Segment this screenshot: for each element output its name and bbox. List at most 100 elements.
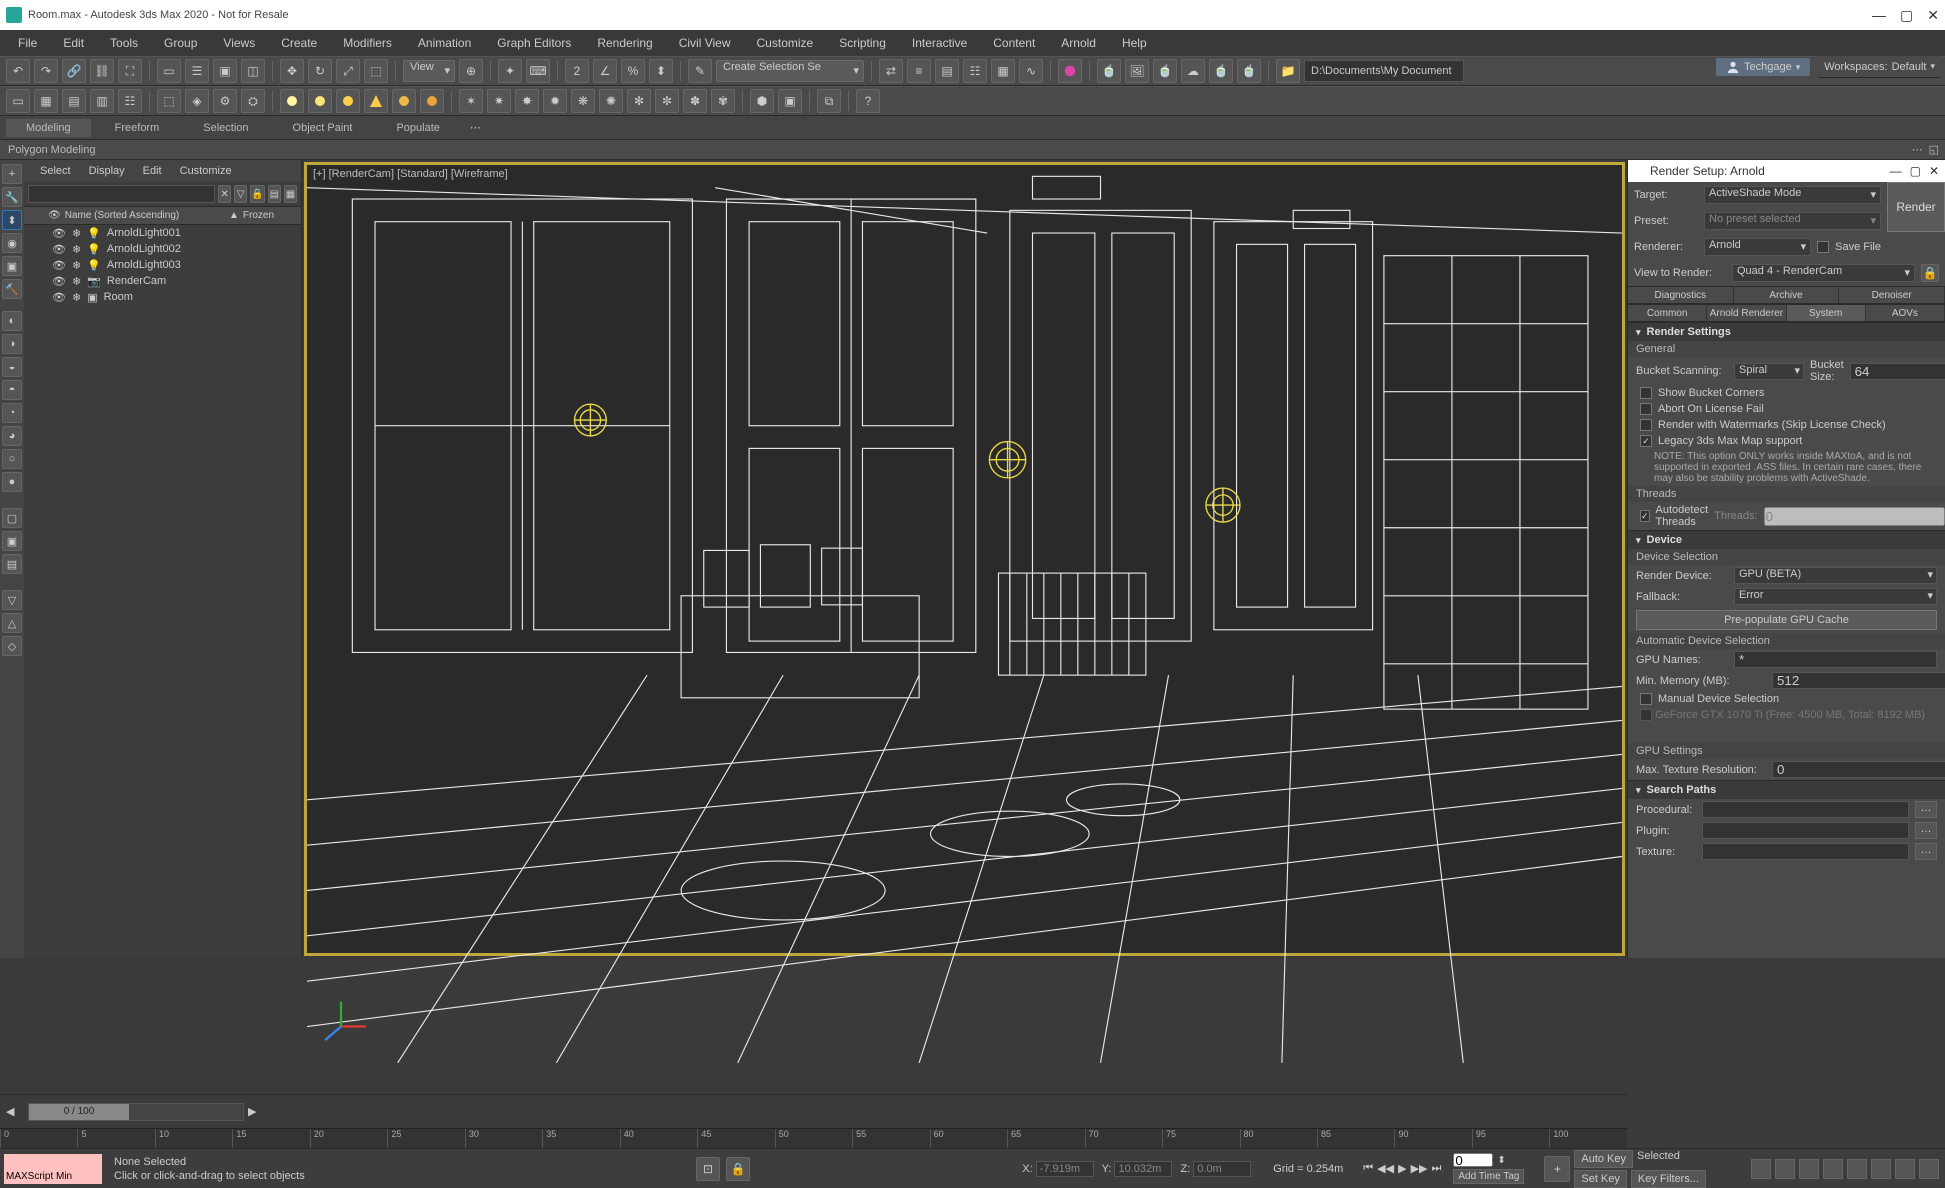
- fx-3[interactable]: ✸: [515, 89, 539, 113]
- tb2-8[interactable]: ⚙: [213, 89, 237, 113]
- select-name-button[interactable]: ☰: [185, 59, 209, 83]
- prepop-button[interactable]: Pre-populate GPU Cache: [1636, 610, 1937, 630]
- render-button[interactable]: Render: [1887, 182, 1945, 232]
- chk-manselect[interactable]: [1640, 693, 1652, 705]
- cp-sep8[interactable]: ●: [2, 472, 22, 492]
- freeze-icon[interactable]: ❄: [72, 227, 81, 240]
- preset-dropdown[interactable]: No preset selected: [1704, 212, 1881, 230]
- cp-sep4[interactable]: ◓: [2, 380, 22, 400]
- max-toggle-icon[interactable]: [1895, 1159, 1915, 1179]
- minmem-input[interactable]: [1772, 672, 1945, 689]
- explorer-tab-customize[interactable]: Customize: [172, 162, 240, 180]
- light-spot-icon[interactable]: [308, 89, 332, 113]
- fx-13[interactable]: ⧉: [817, 89, 841, 113]
- menu-views[interactable]: Views: [211, 33, 267, 53]
- setkey-button[interactable]: Set Key: [1574, 1170, 1627, 1188]
- rollout-render-settings[interactable]: Render Settings: [1628, 322, 1945, 341]
- material-editor-button[interactable]: [1058, 59, 1082, 83]
- cp-extra4[interactable]: ▽: [2, 590, 22, 610]
- explorer-row[interactable]: 👁❄💡ArnoldLight001: [24, 225, 301, 241]
- light-direct-icon[interactable]: [336, 89, 360, 113]
- tb2-9[interactable]: ⛭: [241, 89, 265, 113]
- mirror-button[interactable]: ⇄: [879, 59, 903, 83]
- goto-start-icon[interactable]: ⏮: [1363, 1162, 1373, 1175]
- cp-display-icon[interactable]: ▣: [2, 256, 22, 276]
- explorer-tab-display[interactable]: Display: [81, 162, 133, 180]
- tb2-7[interactable]: ◈: [185, 89, 209, 113]
- bigkey-icon[interactable]: +: [1544, 1156, 1570, 1182]
- currentframe-input[interactable]: [1453, 1153, 1493, 1167]
- rtab-archive[interactable]: Archive: [1734, 287, 1840, 303]
- fx-9[interactable]: ✽: [683, 89, 707, 113]
- render-iray-button[interactable]: 🍵: [1209, 59, 1233, 83]
- openfolder-button[interactable]: 📁: [1276, 59, 1300, 83]
- ribbon-tab-object paint[interactable]: Object Paint: [273, 119, 373, 137]
- maxscript-listener[interactable]: MAXScript Min: [4, 1154, 102, 1184]
- target-dropdown[interactable]: ActiveShade Mode: [1704, 186, 1881, 204]
- explorer-row[interactable]: 👁❄💡ArnoldLight003: [24, 257, 301, 273]
- cp-modify-icon[interactable]: 🔧: [2, 187, 22, 207]
- orbit-icon[interactable]: [1871, 1159, 1891, 1179]
- render-a360-button[interactable]: 🍵: [1237, 59, 1261, 83]
- zoom-all-icon[interactable]: [1799, 1159, 1819, 1179]
- viewtorender-dropdown[interactable]: Quad 4 - RenderCam: [1732, 264, 1915, 282]
- rollout-searchpaths[interactable]: Search Paths: [1628, 780, 1945, 799]
- ribbon-tab-freeform[interactable]: Freeform: [95, 119, 180, 137]
- tb2-4[interactable]: ▥: [90, 89, 114, 113]
- menu-graph-editors[interactable]: Graph Editors: [485, 33, 583, 53]
- cp-sep1[interactable]: ◐: [2, 311, 22, 331]
- ribbon-collapse-icon[interactable]: ⋯: [1912, 143, 1923, 156]
- path-input[interactable]: [1702, 843, 1909, 860]
- help-button[interactable]: ?: [856, 89, 880, 113]
- cp-sep6[interactable]: ◕: [2, 426, 22, 446]
- signin-button[interactable]: Techgage▾: [1716, 58, 1810, 76]
- explorer-search-input[interactable]: [28, 185, 215, 203]
- cp-extra1[interactable]: ▢: [2, 508, 22, 528]
- menu-help[interactable]: Help: [1110, 33, 1159, 53]
- menu-animation[interactable]: Animation: [406, 33, 483, 53]
- manip-button[interactable]: ✦: [498, 59, 522, 83]
- tb2-6[interactable]: ⬚: [157, 89, 181, 113]
- close-button[interactable]: ✕: [1927, 7, 1939, 24]
- coord-x[interactable]: [1036, 1161, 1094, 1177]
- chk-legacy[interactable]: [1640, 435, 1652, 447]
- fx-8[interactable]: ✼: [655, 89, 679, 113]
- render-close-icon[interactable]: ✕: [1929, 164, 1939, 178]
- light-area-icon[interactable]: [392, 89, 416, 113]
- snap-percent-button[interactable]: %: [621, 59, 645, 83]
- maxtex-input[interactable]: [1772, 761, 1945, 778]
- fx-1[interactable]: ✶: [459, 89, 483, 113]
- renderer-dropdown[interactable]: Arnold: [1704, 238, 1811, 256]
- spinner-snap-button[interactable]: ⬍: [649, 59, 673, 83]
- explorer-row[interactable]: 👁❄💡ArnoldLight002: [24, 241, 301, 257]
- viewlock-icon[interactable]: 🔒: [1921, 264, 1939, 282]
- cp-create-icon[interactable]: +: [2, 164, 22, 184]
- ribbon-toggle-icon[interactable]: ◱: [1929, 143, 1939, 156]
- fx-7[interactable]: ✻: [627, 89, 651, 113]
- menu-arnold[interactable]: Arnold: [1049, 33, 1108, 53]
- render-button-tb[interactable]: 🍵: [1153, 59, 1177, 83]
- gpunames-input[interactable]: [1734, 651, 1937, 668]
- menu-scripting[interactable]: Scripting: [827, 33, 898, 53]
- light-free-icon[interactable]: [364, 89, 388, 113]
- menu-edit[interactable]: Edit: [51, 33, 96, 53]
- prev-frame-icon[interactable]: ◀◀: [1377, 1162, 1394, 1175]
- fallback-dropdown[interactable]: Error: [1734, 588, 1937, 605]
- refcoord-dropdown[interactable]: View: [403, 60, 455, 82]
- col-frozen[interactable]: ▲ Frozen: [229, 207, 301, 224]
- renderdevice-dropdown[interactable]: GPU (BETA): [1734, 567, 1937, 584]
- light-sun-icon[interactable]: [420, 89, 444, 113]
- unlink-button[interactable]: ⛓: [90, 59, 114, 83]
- fx-10[interactable]: ✾: [711, 89, 735, 113]
- tb2-1[interactable]: ▭: [6, 89, 30, 113]
- menu-interactive[interactable]: Interactive: [900, 33, 979, 53]
- ribbon-more-icon[interactable]: ⋯: [470, 121, 481, 134]
- visibility-icon[interactable]: 👁: [52, 291, 66, 304]
- freeze-icon[interactable]: ❄: [72, 275, 81, 288]
- path-browse-button[interactable]: …: [1915, 822, 1937, 839]
- chk-showbucket[interactable]: [1640, 387, 1652, 399]
- visibility-icon[interactable]: 👁: [52, 243, 66, 256]
- fx-4[interactable]: ✹: [543, 89, 567, 113]
- cp-utilities-icon[interactable]: 🔨: [2, 279, 22, 299]
- render-frame-button[interactable]: 🖼: [1125, 59, 1149, 83]
